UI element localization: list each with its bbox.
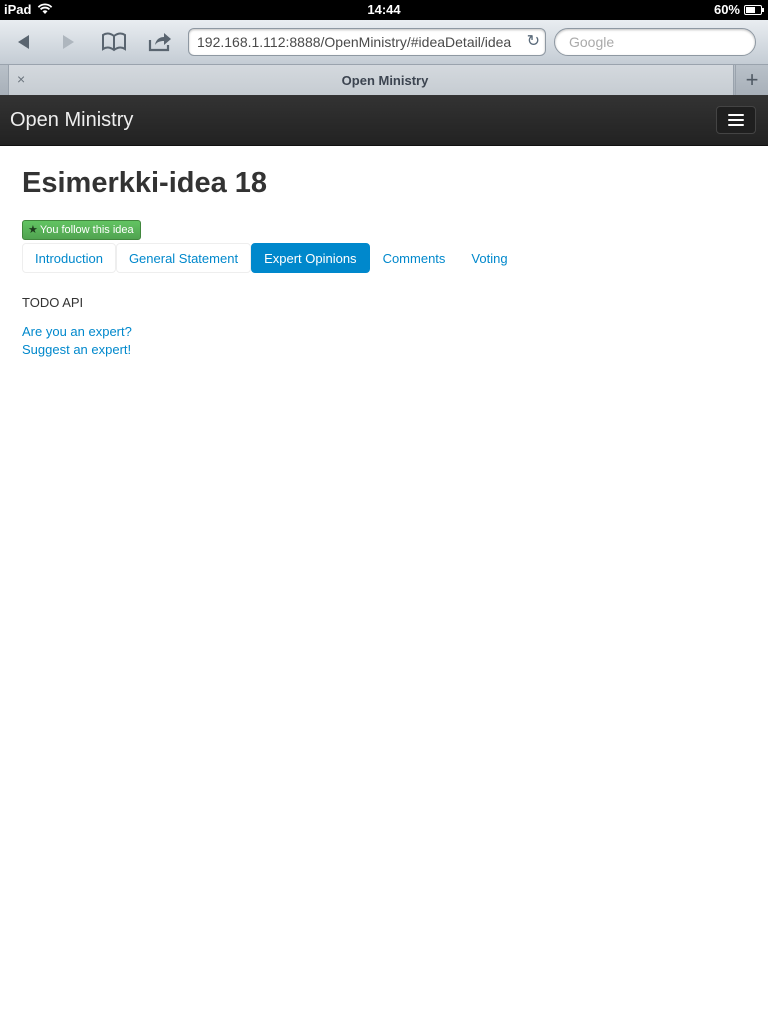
menu-icon-bar (728, 119, 744, 121)
app-navbar: Open Ministry (0, 95, 768, 146)
reload-icon[interactable]: ↻ (527, 31, 540, 51)
forward-icon[interactable] (52, 27, 84, 57)
battery-percent: 60% (713, 2, 740, 17)
follow-label: You follow this idea (39, 224, 134, 236)
page-title: Esimerkki-idea 18 (22, 167, 268, 199)
menu-toggle-button[interactable] (716, 106, 756, 134)
browser-toolbar: 192.168.1.112:8888/OpenMinistry/#ideaDet… (0, 20, 768, 65)
tab-voting[interactable]: Voting (458, 243, 520, 273)
search-box[interactable] (554, 28, 756, 56)
tab-general-statement[interactable]: General Statement (115, 243, 252, 273)
status-bar: iPad 14:44 60% (0, 0, 768, 20)
todo-text: TODO API (22, 295, 84, 310)
star-icon: ★ (28, 224, 38, 236)
menu-icon-bar (728, 114, 744, 116)
tab-introduction[interactable]: Introduction (22, 243, 116, 273)
browser-tab[interactable]: × Open Ministry (8, 65, 734, 95)
suggest-expert-link[interactable]: Suggest an expert! (22, 341, 746, 359)
bookmarks-icon[interactable] (98, 27, 130, 57)
tab-expert-opinions[interactable]: Expert Opinions (251, 243, 370, 273)
tab-comments[interactable]: Comments (370, 243, 459, 273)
url-text: 192.168.1.112:8888/OpenMinistry/#ideaDet… (197, 34, 512, 50)
address-bar[interactable]: 192.168.1.112:8888/OpenMinistry/#ideaDet… (188, 28, 546, 56)
are-you-expert-link[interactable]: Are you an expert? (22, 323, 746, 341)
tab-title: Open Ministry (341, 73, 429, 88)
follow-badge[interactable]: ★ You follow this idea (22, 220, 141, 240)
new-tab-icon[interactable]: + (735, 65, 768, 95)
expert-links: Are you an expert? Suggest an expert! (22, 323, 746, 359)
battery-icon (744, 5, 764, 15)
clock: 14:44 (367, 2, 401, 17)
search-input[interactable] (567, 33, 751, 51)
share-icon[interactable] (144, 27, 176, 57)
menu-icon-bar (728, 124, 744, 126)
brand-link[interactable]: Open Ministry (10, 109, 133, 132)
idea-tabs: Introduction General Statement Expert Op… (22, 243, 746, 273)
back-icon[interactable] (8, 27, 40, 57)
main-content: Esimerkki-idea 18 ★ You follow this idea … (22, 145, 746, 359)
browser-tab-bar: × Open Ministry + (0, 65, 768, 95)
